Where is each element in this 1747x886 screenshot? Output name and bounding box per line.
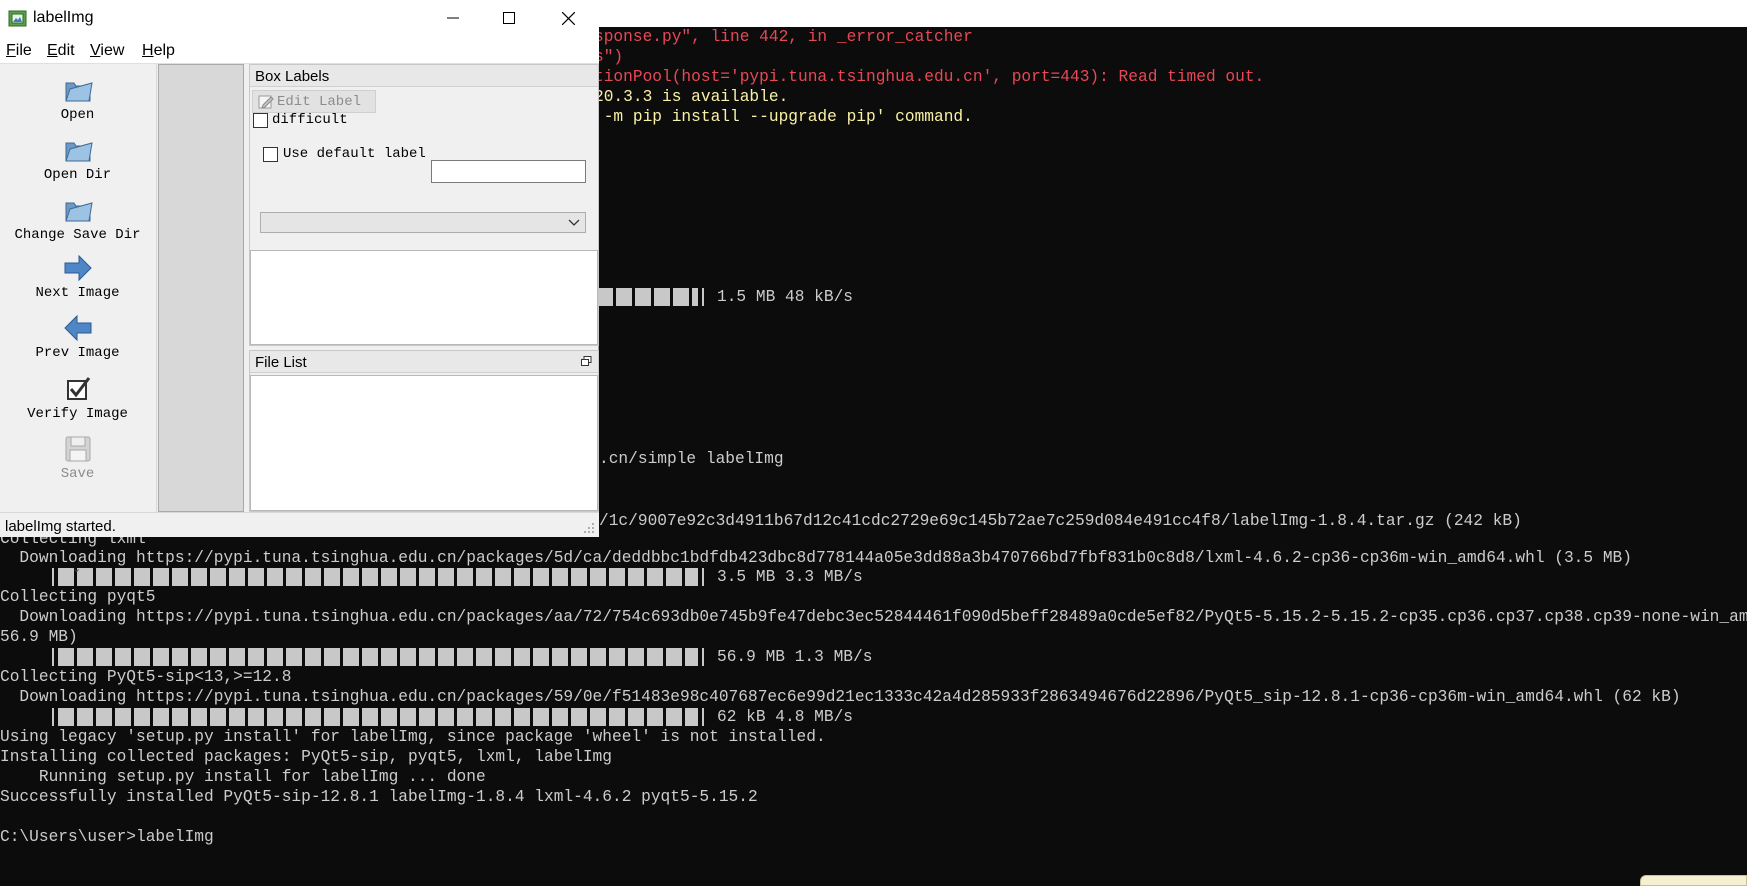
progress-bar xyxy=(58,708,704,726)
menu-edit[interactable]: Edit xyxy=(47,42,75,60)
console-line: Running setup.py install for labelImg ..… xyxy=(0,768,486,786)
label-list[interactable] xyxy=(250,250,598,345)
labelimg-window: labelImg File Edit View Help Open Open D… xyxy=(0,0,599,575)
minimize-button[interactable] xyxy=(430,0,476,36)
menu-help[interactable]: Help xyxy=(142,42,175,60)
image-canvas[interactable] xyxy=(158,64,244,512)
console-line: Successfully installed PyQt5-sip-12.8.1 … xyxy=(0,788,758,806)
console-line: tionPool(host='pypi.tuna.tsinghua.edu.cn… xyxy=(594,68,1265,86)
dock-title: Box Labels xyxy=(255,68,330,85)
tool-label: Next Image xyxy=(35,285,120,301)
save-disk-icon xyxy=(65,436,91,462)
console-line: -m pip install --upgrade pip' command. xyxy=(594,108,973,126)
console-line: Installing collected packages: PyQt5-sip… xyxy=(0,748,612,766)
window-title: labelImg xyxy=(33,9,94,26)
file-list-dock: File List xyxy=(249,350,599,512)
tool-label: Change Save Dir xyxy=(14,227,141,243)
console-line: 20.3.3 is available. xyxy=(594,88,789,106)
open-dir-icon xyxy=(65,142,93,162)
difficult-checkbox[interactable] xyxy=(253,113,268,128)
difficult-label: difficult xyxy=(272,112,348,128)
tool-bar: Open Open Dir Change Save Dir Next Image xyxy=(0,64,157,575)
console-line: Collecting pyqt5 xyxy=(0,588,156,606)
dock-header[interactable]: Box Labels xyxy=(250,65,598,87)
progress-bar xyxy=(58,648,704,666)
edit-label-text: Edit Label xyxy=(277,94,362,110)
prev-image-button[interactable]: Prev Image xyxy=(0,308,157,364)
edit-label-button[interactable]: Edit Label xyxy=(252,90,376,113)
save-button[interactable]: Save xyxy=(0,429,157,485)
minimize-icon xyxy=(447,17,459,19)
labelimg-app-icon xyxy=(8,10,27,27)
open-dir-button[interactable]: Open Dir xyxy=(0,130,157,186)
console-line: 56.9 MB 1.3 MB/s xyxy=(717,648,873,666)
console-line: 1.5 MB 48 kB/s xyxy=(717,288,853,306)
status-bar: labelImg started. xyxy=(0,512,599,537)
verify-check-icon xyxy=(67,377,91,400)
console-line: Downloading https://pypi.tuna.tsinghua.e… xyxy=(0,608,1747,626)
tool-label: Open Dir xyxy=(43,167,112,183)
size-grip-icon[interactable] xyxy=(583,522,595,534)
dock-header[interactable]: File List xyxy=(250,351,598,373)
open-folder-icon xyxy=(65,82,93,102)
toolbar-extension-icon[interactable]: ⌄ xyxy=(72,562,81,575)
close-button[interactable] xyxy=(545,0,591,36)
next-image-button[interactable]: Next Image xyxy=(0,248,157,304)
console-line: 62 kB 4.8 MB/s xyxy=(717,708,853,726)
use-default-label-text: Use default label xyxy=(283,146,426,162)
title-bar[interactable]: labelImg xyxy=(0,0,599,36)
edit-pencil-icon xyxy=(258,95,274,109)
console-line: sponse.py", line 442, in _error_catcher xyxy=(594,28,973,46)
close-icon xyxy=(561,11,575,25)
console-line: Downloading https://pypi.tuna.tsinghua.e… xyxy=(0,549,1632,567)
status-text: labelImg started. xyxy=(5,518,116,535)
open-button[interactable]: Open xyxy=(0,70,157,126)
tool-label: Verify Image xyxy=(27,406,128,422)
default-label-input[interactable] xyxy=(431,160,586,183)
menu-file[interactable]: File xyxy=(6,42,32,60)
change-save-dir-icon xyxy=(65,202,93,222)
console-line: Using legacy 'setup.py install' for labe… xyxy=(0,728,826,746)
console-line: Collecting PyQt5-sip<13,>=12.8 xyxy=(0,668,292,686)
box-labels-dock: Box Labels Edit Label difficult Use defa… xyxy=(249,64,599,346)
float-dock-icon[interactable] xyxy=(581,356,592,367)
console-line: .cn/simple labelImg xyxy=(599,450,784,468)
change-save-dir-button[interactable]: Change Save Dir xyxy=(0,190,157,246)
menu-view[interactable]: View xyxy=(90,42,124,60)
console-line: Downloading https://pypi.tuna.tsinghua.e… xyxy=(0,688,1681,706)
menu-bar: File Edit View Help xyxy=(0,36,599,64)
console-line: 56.9 MB) xyxy=(0,628,78,646)
tool-label: Prev Image xyxy=(35,345,120,361)
tool-label: Save xyxy=(60,466,95,482)
use-default-label-checkbox[interactable] xyxy=(263,147,278,162)
maximize-button[interactable] xyxy=(486,0,532,36)
dock-title: File List xyxy=(255,354,307,371)
tool-label: Open xyxy=(60,107,95,123)
console-prompt: C:\Users\user>labelImg xyxy=(0,828,214,846)
console-line: /1c/9007e92c3d4911b67d12c41cdc2729e69c14… xyxy=(599,512,1522,530)
prev-arrow-icon xyxy=(64,314,92,342)
next-arrow-icon xyxy=(64,254,92,282)
maximize-icon xyxy=(503,12,515,24)
progress-bar xyxy=(58,568,704,586)
label-combobox[interactable] xyxy=(260,212,586,233)
verify-image-button[interactable]: Verify Image xyxy=(0,369,157,425)
console-line: 3.5 MB 3.3 MB/s xyxy=(717,568,863,586)
chevron-down-icon xyxy=(568,219,580,226)
tray-notification[interactable] xyxy=(1640,875,1747,886)
file-list[interactable] xyxy=(250,375,598,511)
